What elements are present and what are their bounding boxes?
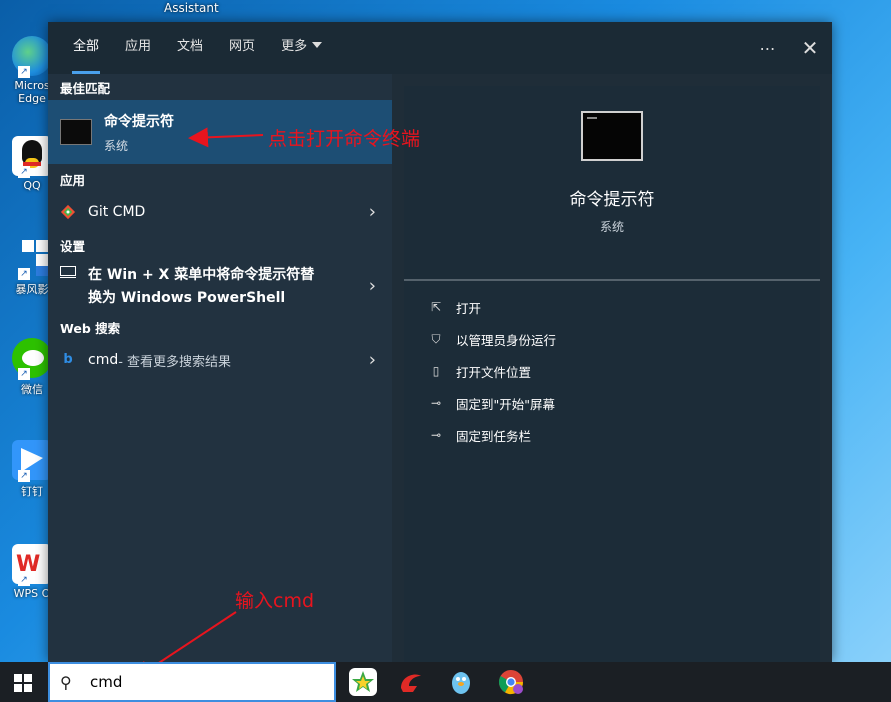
best-match-subtitle: 系统 [104,138,129,153]
baofeng-icon: ↗ [12,238,52,280]
app-result-label: Git CMD [88,204,146,220]
pin-icon: ⊸ [430,396,442,410]
wechat-icon: ↗ [12,338,52,380]
command-prompt-large-icon [581,111,643,161]
tab-documents[interactable]: 文档 [164,22,216,74]
shield-icon: ⛉ [431,331,441,346]
wps-icon: W ↗ [12,544,52,586]
git-icon [60,204,76,220]
action-open-file-location[interactable]: ▯ 打开文件位置 [428,355,820,387]
section-best-match: 最佳匹配 [60,81,111,96]
annotation-click-note: 点击打开命令终端 [268,128,421,150]
chevron-right-icon[interactable]: › [369,202,376,223]
web-result-query: cmd [88,352,119,368]
taskbar-search-box[interactable]: ⚲ [48,662,336,702]
tab-web[interactable]: 网页 [216,22,268,74]
pin-icon: ⊸ [430,428,442,442]
preview-header: 命令提示符 系统 [404,111,820,281]
annotation-input-note: 输入cmd [235,590,315,612]
section-web-search: Web 搜索 [60,321,121,336]
taskbar-app-star-icon[interactable] [349,668,377,696]
tab-label: 全部 [73,39,100,54]
preview-actions: ⇱ 打开 ⛉ 以管理员身份运行 ▯ 打开文件位置 ⊸ 固定到"开始"屏幕 ⊸ 固定到任务栏 [404,281,820,451]
windows-start-icon[interactable] [14,674,32,692]
action-pin-to-start[interactable]: ⊸ 固定到"开始"屏幕 [428,387,820,419]
results-list: 最佳匹配 命令提示符 系统 应用 Git CMD › 设置 在 Win + X … [48,74,392,662]
tab-apps[interactable]: 应用 [112,22,164,74]
setting-result-line1: 在 Win + X 菜单中将命令提示符替 [88,267,315,283]
tab-all[interactable]: 全部 [60,22,112,74]
section-settings: 设置 [60,239,86,254]
tab-label: 更多 [281,39,308,54]
monitor-icon [60,266,76,282]
action-run-as-admin[interactable]: ⛉ 以管理员身份运行 [428,323,820,355]
action-label: 固定到任务栏 [456,428,532,444]
setting-result-line2: 换为 Windows PowerShell [88,290,286,306]
action-pin-to-taskbar[interactable]: ⊸ 固定到任务栏 [428,419,820,451]
more-options-icon[interactable]: ⋯ [748,39,788,58]
bing-icon: b [63,352,73,367]
search-input[interactable] [90,673,290,691]
qq-penguin-icon: ↗ [12,136,52,178]
tab-label: 文档 [177,39,204,54]
taskbar: ⚲ [0,662,891,702]
tab-label: 网页 [229,39,256,54]
section-apps: 应用 [60,173,86,188]
chevron-right-icon[interactable]: › [369,276,376,297]
taskbar-app-chrome-icon[interactable] [497,668,525,696]
best-match-title: 命令提示符 [104,113,174,130]
desktop-icon-label-assistant: Assistant [164,1,219,15]
taskbar-app-red-icon[interactable] [397,668,425,696]
action-label: 以管理员身份运行 [456,332,557,348]
command-prompt-icon [60,119,92,145]
close-icon[interactable]: ✕ [788,36,832,60]
taskbar-app-bird-icon[interactable] [447,668,475,696]
file-location-icon: ▯ [432,364,440,378]
edge-icon: ↗ [12,36,52,78]
web-result-cmd[interactable]: b cmd - 查看更多搜索结果 › [48,340,392,380]
open-icon: ⇱ [430,300,442,314]
preview-pane: 命令提示符 系统 ⇱ 打开 ⛉ 以管理员身份运行 ▯ 打开文件位置 ⊸ 固定到"开始"屏… [404,86,820,662]
search-tabs: 全部 应用 文档 网页 更多 ⋯ ✕ [48,22,832,74]
web-result-suffix: - 查看更多搜索结果 [118,354,232,370]
chevron-right-icon[interactable]: › [369,350,376,371]
chevron-down-icon [312,42,323,48]
preview-title: 命令提示符 [569,190,655,210]
action-open[interactable]: ⇱ 打开 [428,291,820,323]
preview-subtitle: 系统 [599,220,624,234]
search-panel: 全部 应用 文档 网页 更多 ⋯ ✕ 最佳匹配 命令提示符 系统 应用 Git … [48,22,832,662]
action-label: 固定到"开始"屏幕 [456,396,555,412]
tab-more[interactable]: 更多 [268,22,335,74]
setting-result-powershell[interactable]: 在 Win + X 菜单中将命令提示符替 换为 Windows PowerShe… [48,258,392,314]
search-icon: ⚲ [60,672,72,692]
tab-label: 应用 [125,39,152,54]
action-label: 打开 [456,300,482,316]
app-result-git-cmd[interactable]: Git CMD › [48,192,392,232]
dingtalk-icon: ↗ [12,440,52,482]
action-label: 打开文件位置 [456,364,532,380]
